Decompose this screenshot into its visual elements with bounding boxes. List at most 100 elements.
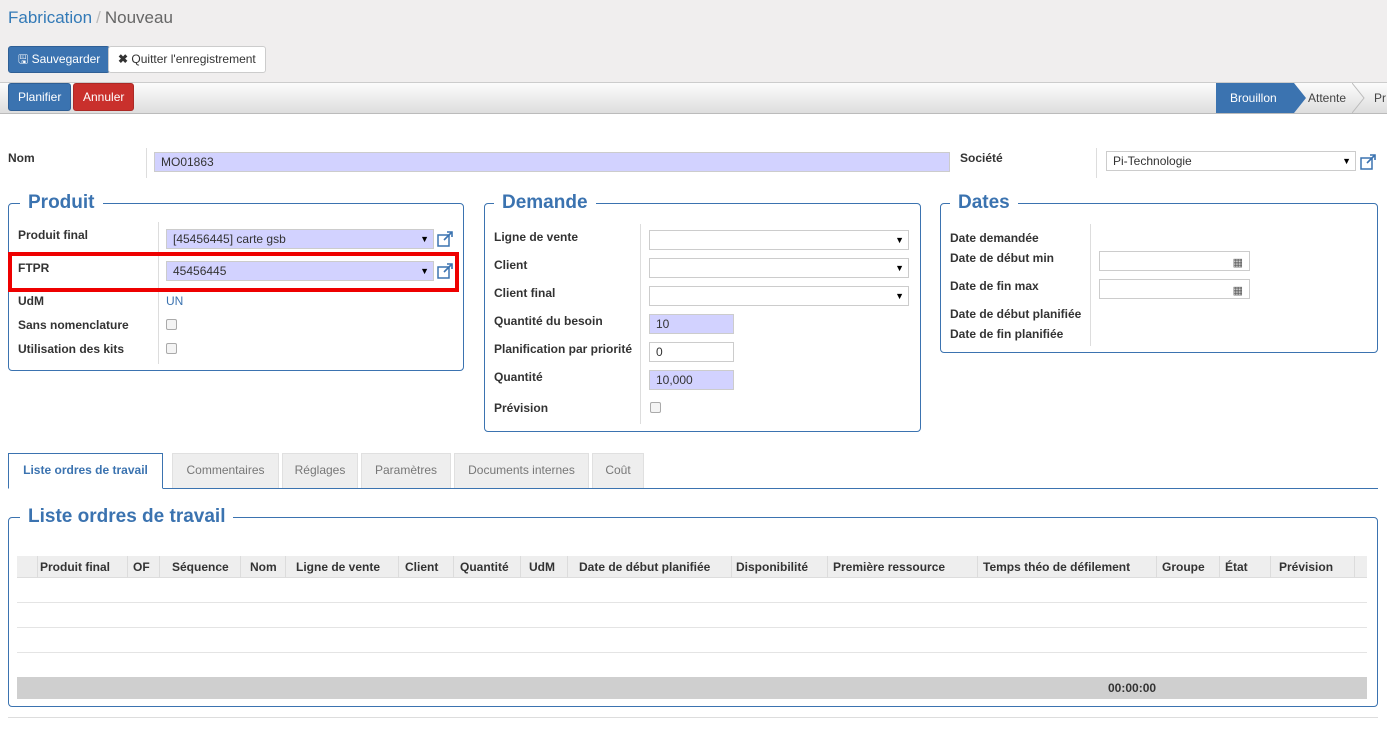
company-label: Société [960,151,1003,165]
sans-nomenclature-checkbox[interactable] [166,319,177,330]
breadcrumb-separator: / [96,8,101,27]
column-header-temps-theo[interactable]: Temps théo de défilement [983,556,1130,578]
date-fin-max-field[interactable]: ▦ [1099,279,1250,299]
column-separator [453,556,454,578]
column-header-of[interactable]: OF [133,556,150,578]
column-header-etat[interactable]: État [1225,556,1248,578]
produit-final-value: [45456445] carte gsb [173,232,286,246]
column-separator [520,556,521,578]
company-select[interactable]: Pi-Technologie ▼ [1106,151,1356,171]
column-header-produit-final[interactable]: Produit final [40,556,110,578]
column-header-quantite[interactable]: Quantité [460,556,509,578]
save-button-label: Sauvegarder [31,52,101,66]
column-separator [285,556,286,578]
discard-button[interactable]: ✖ Quitter l'enregistrement [108,46,266,73]
date-fin-max-label: Date de fin max [950,279,1039,293]
date-debut-min-field[interactable]: ▦ [1099,251,1250,271]
priorite-label: Planification par priorité [494,342,633,356]
save-button[interactable]: 🖫 Sauvegarder [8,46,111,73]
breadcrumb-parent-link[interactable]: Fabrication [8,8,92,27]
column-header-client[interactable]: Client [405,556,438,578]
prevision-label: Prévision [494,401,549,415]
divider [146,148,147,178]
tab-commentaires[interactable]: Commentaires [172,453,279,488]
table-row [17,578,1367,603]
produit-final-select[interactable]: [45456445] carte gsb ▼ [166,229,434,249]
column-header-disponibilite[interactable]: Disponibilité [736,556,808,578]
table-row [17,653,1367,678]
produit-final-label: Produit final [18,228,88,242]
date-debut-planifiee-label: Date de début planifiée [950,307,1082,321]
date-fin-planifiee-label: Date de fin planifiée [950,327,1064,341]
column-header-premiere-ressource[interactable]: Première ressource [833,556,945,578]
column-header-nom[interactable]: Nom [250,556,277,578]
column-separator [240,556,241,578]
demande-group-title: Demande [494,192,596,214]
status-bar: Planifier Annuler Brouillon Attente Pr [0,82,1387,114]
work-orders-table-footer: 00:00:00 [17,677,1367,699]
column-header-prevision[interactable]: Prévision [1279,556,1333,578]
calendar-icon[interactable]: ▦ [1233,254,1243,272]
name-label: Nom [8,151,35,165]
control-panel: Fabrication / Nouveau 🖫 Sauvegarder ✖ Quit… [0,0,1387,82]
column-header-ligne-vente[interactable]: Ligne de vente [296,556,380,578]
external-link-icon[interactable] [1359,153,1377,171]
column-header-udm[interactable]: UdM [529,556,555,578]
kits-checkbox[interactable] [166,343,177,354]
column-separator [567,556,568,578]
caret-down-icon: ▼ [895,263,904,273]
udm-label: UdM [18,294,44,308]
caret-down-icon: ▼ [895,235,904,245]
divider [1096,148,1097,178]
discard-button-label: Quitter l'enregistrement [131,52,256,66]
close-icon: ✖ [118,52,129,66]
external-link-icon[interactable] [436,230,454,248]
plan-button[interactable]: Planifier [8,83,72,111]
priorite-field[interactable]: 0 [649,342,734,362]
quantite-besoin-label: Quantité du besoin [494,314,603,328]
tab-liste-ordres[interactable]: Liste ordres de travail [8,453,163,489]
table-row [17,603,1367,628]
caret-down-icon: ▼ [895,291,904,301]
stage-brouillon[interactable]: Brouillon [1216,83,1294,113]
ligne-vente-select[interactable]: ▼ [649,230,909,250]
prevision-checkbox[interactable] [650,402,661,413]
calendar-icon[interactable]: ▦ [1233,282,1243,300]
caret-down-icon: ▼ [1342,156,1351,166]
client-final-label: Client final [494,286,556,300]
work-orders-group-title: Liste ordres de travail [20,506,234,528]
ligne-vente-label: Ligne de vente [494,230,579,244]
work-orders-table-header: Produit final OF Séquence Nom Ligne de v… [17,556,1367,578]
column-separator [1270,556,1271,578]
column-separator [1354,556,1355,578]
breadcrumb-current: Nouveau [104,8,173,27]
column-header-sequence[interactable]: Séquence [172,556,229,578]
column-separator [731,556,732,578]
tab-reglages[interactable]: Réglages [282,453,358,488]
udm-link[interactable]: UN [166,294,183,308]
client-select[interactable]: ▼ [649,258,909,278]
table-row [17,628,1367,653]
column-separator [127,556,128,578]
quantite-label: Quantité [494,370,543,384]
stage-progress[interactable]: Pr [1362,83,1387,113]
column-header-groupe[interactable]: Groupe [1162,556,1205,578]
tab-cout[interactable]: Coût [592,453,644,488]
column-separator [159,556,160,578]
ftpr-highlight-box [8,252,459,292]
divider [1090,224,1091,346]
company-select-value: Pi-Technologie [1113,154,1192,168]
stage-attente[interactable]: Attente [1294,83,1356,113]
tab-documents-internes[interactable]: Documents internes [454,453,589,488]
cancel-button[interactable]: Annuler [73,83,135,111]
client-final-select[interactable]: ▼ [649,286,909,306]
column-separator [977,556,978,578]
quantite-besoin-field[interactable]: 10 [649,314,734,334]
name-field[interactable]: MO01863 [154,152,950,172]
quantite-field[interactable]: 10,000 [649,370,734,390]
breadcrumb: Fabrication / Nouveau [8,8,173,28]
tab-parametres[interactable]: Paramètres [361,453,451,488]
column-separator [827,556,828,578]
column-header-date-debut[interactable]: Date de début planifiée [579,556,710,578]
date-debut-min-label: Date de début min [950,251,1055,265]
